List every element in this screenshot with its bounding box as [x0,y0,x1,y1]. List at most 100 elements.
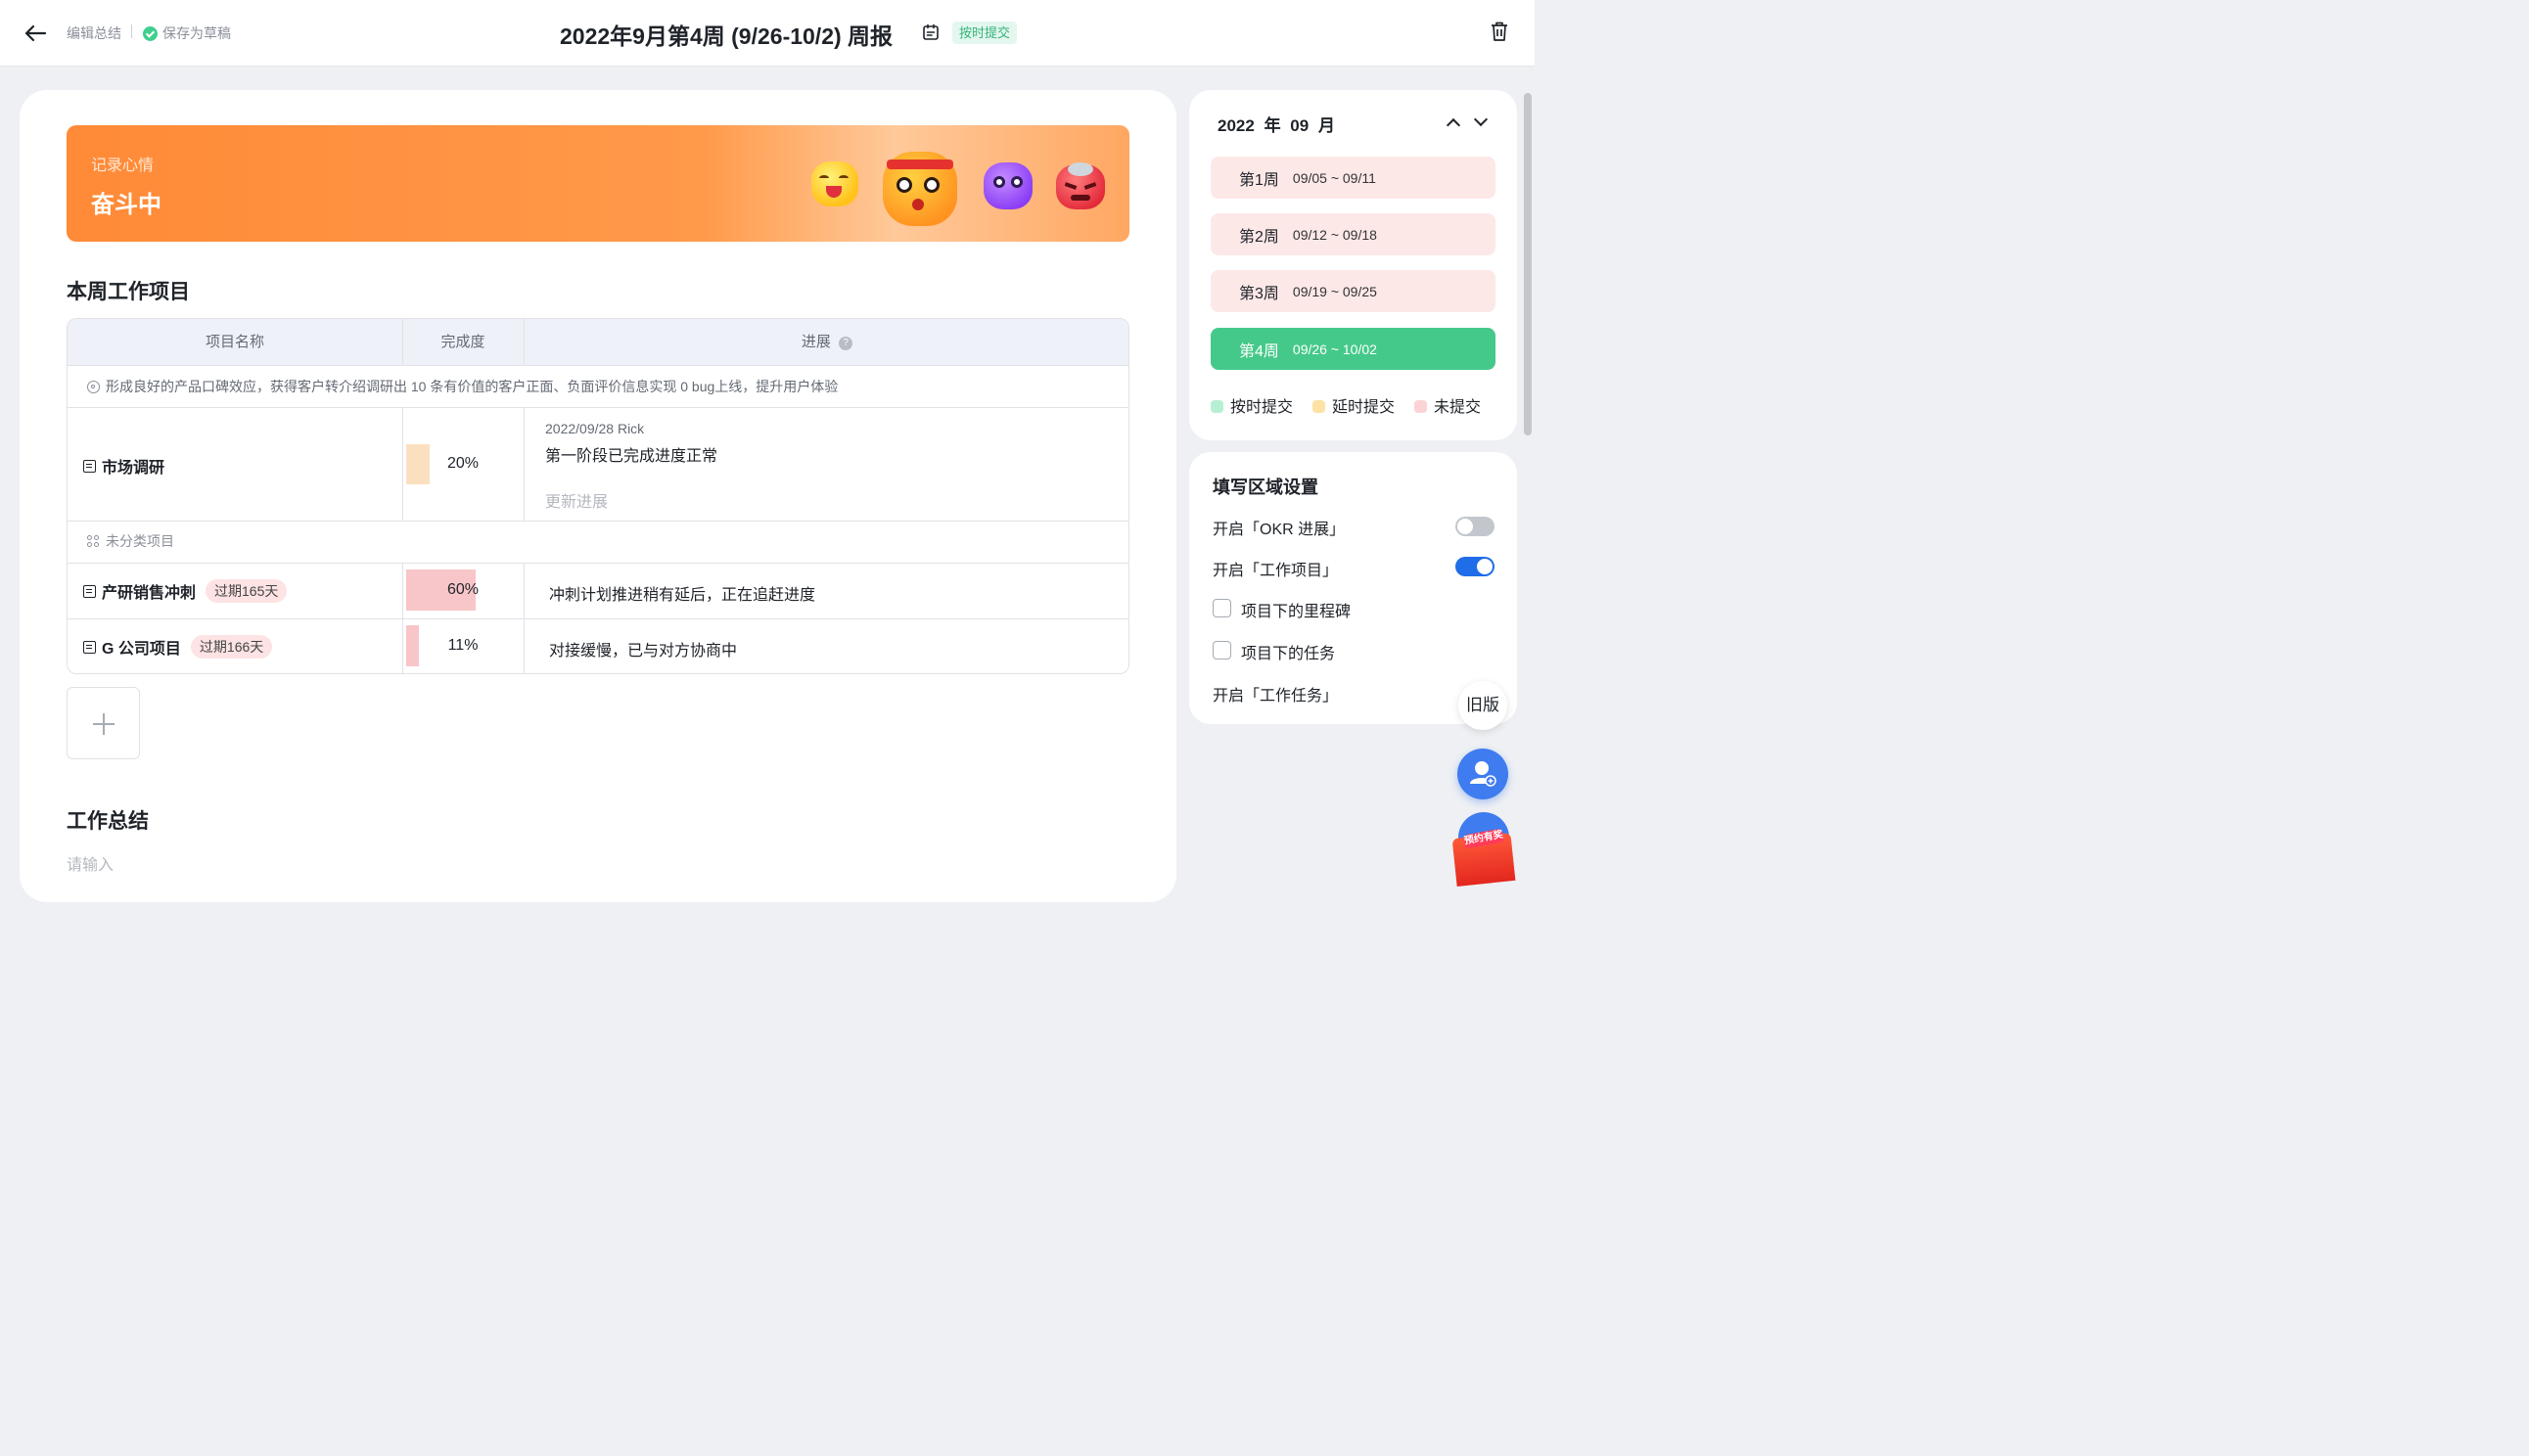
week-item-1[interactable]: 第1周 09/05 ~ 09/11 [1211,157,1495,199]
fill-settings-panel: 填写区域设置 开启「OKR 进展」 开启「工作项目」 项目下的里程碑 项目下的任… [1189,452,1517,724]
divider [68,407,1128,408]
week-calendar-panel: 2022 年 09 月 第1周 09/05 ~ 09/11 第2周 09/12 … [1189,90,1517,440]
mood-label: 记录心情 [91,158,155,174]
month-label: 2022 年 09 月 [1218,112,1335,136]
column-header-progress: 进展 ? [524,319,1128,366]
divider [524,319,525,366]
column-header-name: 项目名称 [205,334,264,350]
overdue-badge: 过期166天 [190,635,273,659]
save-status: 保存为草稿 [143,23,231,43]
week-range: 09/26 ~ 10/02 [1292,341,1377,357]
mood-banner: 记录心情 奋斗中 [67,125,1129,242]
project-name-label: 产研销售冲刺 [102,585,197,602]
milestone-checkbox[interactable] [1213,599,1231,617]
percent-value[interactable]: 60% [404,581,522,599]
project-name[interactable]: 市场调研 [83,454,164,478]
divider [68,521,1128,522]
work-items-heading: 本周工作项目 [67,281,190,303]
okr-text: 形成良好的产品口碑效应，获得客户转介绍调研出 10 条有价值的客户正面、负面评价… [106,379,839,394]
progress-text: 第一阶段已完成进度正常 [545,448,718,465]
week-item-4[interactable]: 第4周 09/26 ~ 10/02 [1211,328,1495,370]
progress-meta: 2022/09/28 Rick [545,421,645,436]
calm-emoji-icon[interactable] [984,162,1033,209]
add-user-button[interactable] [1457,749,1508,799]
week-label: 第4周 [1239,342,1279,360]
angry-emoji-icon[interactable] [1056,162,1105,209]
project-name-label: 市场调研 [102,460,165,477]
legend-dot [1312,400,1326,413]
report-editor: 记录心情 奋斗中 本周工作项目 项目名称 完成度 进展 ? 形成良好的产品口碑效… [20,90,1176,902]
week-label: 第2周 [1239,228,1279,246]
project-name[interactable]: 产研销售冲刺 过期165天 [83,579,288,603]
chevron-up-icon[interactable] [1446,117,1461,133]
divider [524,407,525,521]
add-project-button[interactable] [67,687,140,759]
mood-value: 奋斗中 [91,192,161,218]
task-checkbox[interactable] [1213,641,1231,660]
user-add-icon [1470,761,1496,787]
okr-key-result: 形成良好的产品口碑效应，获得客户转介绍调研出 10 条有价值的客户正面、负面评价… [87,377,838,396]
work-items-table: 项目名称 完成度 进展 ? 形成良好的产品口碑效应，获得客户转介绍调研出 10 … [67,318,1129,674]
grid-icon [87,534,100,548]
page-title: 2022年9月第4周 (9/26-10/2) 周报 [560,23,894,49]
work-tasks-toggle-label: 开启「工作任务」 [1213,688,1339,705]
divider [68,563,1128,564]
project-name-label: G 公司项目 [102,641,181,658]
summary-heading: 工作总结 [67,810,149,833]
project-name[interactable]: G 公司项目 过期166天 [83,635,273,659]
calendar-icon[interactable] [922,23,940,41]
chevron-down-icon[interactable] [1473,112,1489,127]
progress-text: 对接缓慢，已与对方协商中 [549,643,738,660]
edit-summary-label[interactable]: 编辑总结 [67,23,121,43]
task-label: 项目下的任务 [1241,646,1336,662]
arrow-left-icon[interactable] [22,20,49,47]
year-unit: 年 [1264,116,1281,135]
status-badge: 按时提交 [952,22,1018,44]
legend-item-missing: 未提交 [1414,393,1481,417]
week-item-2[interactable]: 第2周 09/12 ~ 09/18 [1211,213,1495,255]
top-bar: 编辑总结 保存为草稿 2022年9月第4周 (9/26-10/2) 周报 按时提… [0,0,1535,67]
group-label: 未分类项目 [106,533,174,549]
document-icon [83,459,96,473]
year-value: 2022 [1218,116,1255,135]
help-icon[interactable]: ? [839,337,853,350]
divider [402,319,403,366]
toggle-knob [1477,559,1493,574]
save-status-label: 保存为草稿 [162,25,231,41]
overdue-badge: 过期165天 [206,579,288,603]
milestone-label: 项目下的里程碑 [1241,604,1352,620]
divider [68,618,1128,619]
week-range: 09/19 ~ 09/25 [1292,283,1377,299]
percent-value[interactable]: 11% [404,637,522,655]
trash-icon[interactable] [1488,20,1511,43]
legend-dot [1414,400,1428,413]
month-value: 09 [1290,116,1310,135]
status-legend: 按时提交 延时提交 未提交 [1211,393,1481,417]
week-range: 09/05 ~ 09/11 [1292,169,1376,186]
check-circle-icon [143,25,158,41]
old-version-button[interactable]: 旧版 [1458,681,1507,730]
update-progress-link[interactable]: 更新进展 [545,488,608,512]
legend-item-ontime: 按时提交 [1211,393,1293,417]
happy-emoji-icon[interactable] [811,161,858,206]
okr-toggle[interactable] [1455,517,1494,536]
okr-toggle-label: 开启「OKR 进展」 [1213,522,1346,538]
toggle-knob [1457,519,1473,534]
scrollbar[interactable] [1524,93,1532,435]
legend-dot [1211,400,1223,413]
week-label: 第1周 [1239,171,1279,189]
week-range: 09/12 ~ 09/18 [1292,226,1377,243]
document-icon [83,584,96,598]
divider [131,24,132,38]
week-item-3[interactable]: 第3周 09/19 ~ 09/25 [1211,270,1495,312]
summary-input[interactable]: 请输入 [67,851,114,875]
percent-value[interactable]: 20% [404,455,522,473]
week-label: 第3周 [1239,285,1279,302]
target-icon [87,380,100,393]
month-unit: 月 [1317,116,1335,135]
fighting-emoji-icon[interactable] [883,152,957,226]
work-items-toggle-label: 开启「工作项目」 [1213,563,1339,579]
promo-gift-button[interactable]: 预约有奖 [1447,810,1521,887]
column-header-progress-label: 进展 [801,334,831,350]
work-items-toggle[interactable] [1455,557,1494,576]
